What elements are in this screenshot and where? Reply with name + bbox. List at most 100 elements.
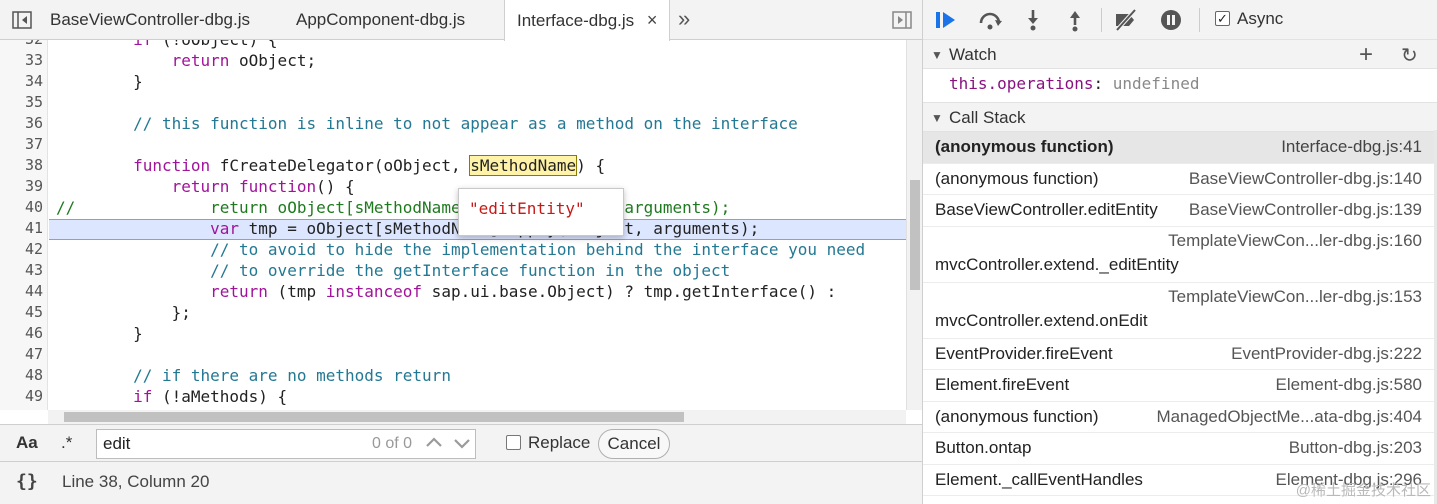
line-number[interactable]: 35	[0, 92, 43, 113]
refresh-icon[interactable]: ↻	[1401, 43, 1418, 68]
line-number[interactable]: 38	[0, 155, 43, 176]
deactivate-breakpoints-icon[interactable]	[1113, 8, 1139, 32]
replace-checkbox[interactable]	[506, 435, 521, 450]
tab-appcomponent[interactable]: AppComponent-dbg.js	[284, 0, 477, 40]
pretty-print-button[interactable]: {}	[16, 471, 38, 492]
search-input[interactable]: edit	[96, 429, 476, 459]
step-out-icon[interactable]	[1062, 8, 1088, 32]
resume-icon[interactable]	[933, 8, 959, 32]
code-text: if (!aMethods) {	[133, 387, 288, 406]
call-frame[interactable]: (anonymous function) ManagedObjectMe...at…	[923, 402, 1434, 433]
tab-label: BaseViewController-dbg.js	[50, 10, 251, 29]
chevron-up-icon[interactable]	[424, 433, 444, 453]
frame-location[interactable]: BaseViewController-dbg.js:139	[1189, 200, 1422, 220]
code-line[interactable]: 49 if (!aMethods) {	[0, 386, 906, 407]
code-line[interactable]: 46 }	[0, 323, 906, 344]
call-stack-section-header[interactable]: ▼ Call Stack	[923, 102, 1437, 132]
code-line[interactable]: 39 return function() {	[0, 176, 906, 197]
call-frame[interactable]: EventProvider.fireEvent EventProvider-dbg…	[923, 339, 1434, 370]
code-line[interactable]: 48 // if there are no methods return	[0, 365, 906, 386]
line-number[interactable]: 39	[0, 176, 43, 197]
step-over-icon[interactable]	[977, 8, 1003, 32]
code-line[interactable]: 36 // this function is inline to not app…	[0, 113, 906, 134]
add-watch-icon[interactable]: +	[1359, 41, 1373, 69]
call-frame[interactable]: Button.ontap Button-dbg.js:203	[923, 433, 1434, 465]
frame-location[interactable]: EventProvider-dbg.js:222	[1231, 344, 1422, 364]
line-number[interactable]: 40	[0, 197, 43, 218]
code-line[interactable]: 43 // to override the getInterface funct…	[0, 260, 906, 281]
line-number[interactable]: 50	[0, 407, 43, 410]
line-number[interactable]: 36	[0, 113, 43, 134]
frame-location[interactable]: Interface-dbg.js:41	[1281, 137, 1422, 157]
line-number[interactable]: 41	[0, 218, 43, 239]
status-bar: {} Line 38, Column 20	[0, 462, 922, 504]
code-text: // if there are no methods return	[56, 365, 451, 386]
line-number[interactable]: 42	[0, 239, 43, 260]
scrollbar-thumb[interactable]	[64, 412, 684, 422]
code-line[interactable]: 41 var tmp = oObject[sMethodName].apply(…	[0, 218, 906, 239]
call-frame[interactable]: mvcController.extend.onEdit TemplateViewC…	[923, 283, 1434, 339]
tab-baseviewcontroller[interactable]: BaseViewController-dbg.js	[38, 0, 262, 40]
debugger-toolbar: ✓ Async	[923, 0, 1437, 40]
replace-label: Replace	[528, 433, 591, 452]
toggle-navigator-icon[interactable]	[12, 10, 32, 30]
code-line[interactable]: 40 // return oObject[sMethodName].apply(o…	[0, 197, 906, 218]
code-line[interactable]: 38 function fCreateDelegator(oObject, sM…	[0, 155, 906, 176]
async-checkbox[interactable]: ✓	[1215, 11, 1230, 26]
code-line[interactable]: 47	[0, 344, 906, 365]
frame-location[interactable]: Button-dbg.js:203	[1289, 438, 1422, 458]
code-text: }	[56, 324, 143, 343]
code-line[interactable]: 44 return (tmp instanceof sap.ui.base.Ob…	[0, 281, 906, 302]
frame-location[interactable]: BaseViewController-dbg.js:140	[1189, 169, 1422, 189]
call-frame[interactable]: mvcController.extend._editEntity Template…	[923, 227, 1434, 283]
line-number[interactable]: 33	[0, 50, 43, 71]
call-frame[interactable]: BaseViewController.editEntity BaseViewCon…	[923, 195, 1434, 227]
more-tabs-icon[interactable]: »	[678, 0, 690, 40]
frame-location[interactable]: TemplateViewCon...ler-dbg.js:153	[1168, 287, 1422, 307]
code-line[interactable]: 42 // to avoid to hide the implementatio…	[0, 239, 906, 260]
pause-on-exceptions-icon[interactable]	[1158, 8, 1184, 32]
call-frame[interactable]: (anonymous function) BaseViewController-d…	[923, 164, 1434, 195]
line-number[interactable]: 34	[0, 71, 43, 92]
tab-interface[interactable]: Interface-dbg.js ×	[504, 0, 671, 41]
frame-location[interactable]: TemplateViewCon...ler-dbg.js:160	[1168, 231, 1422, 251]
code-line[interactable]: 35	[0, 92, 906, 113]
match-count: 0 of 0	[372, 435, 413, 452]
close-icon[interactable]: ×	[647, 10, 658, 30]
line-number[interactable]: 49	[0, 386, 43, 407]
line-number[interactable]: 37	[0, 134, 43, 155]
scrollbar-thumb[interactable]	[910, 180, 920, 290]
line-number[interactable]: 46	[0, 323, 43, 344]
code-text: }	[56, 72, 143, 91]
line-number[interactable]: 32	[0, 40, 43, 50]
debugger-sidebar: ✓ Async ▼ Watch + ↻ this.operations: und…	[922, 0, 1437, 504]
code-line[interactable]: 32 if (!oObject) {	[0, 40, 906, 50]
step-into-icon[interactable]	[1020, 8, 1046, 32]
chevron-down-icon[interactable]	[452, 433, 472, 453]
code-comment: // return oObject[sMethodName].apply(oOb…	[56, 198, 731, 217]
line-number[interactable]: 48	[0, 365, 43, 386]
vertical-scrollbar[interactable]	[906, 40, 922, 410]
line-number[interactable]: 45	[0, 302, 43, 323]
tab-label: AppComponent-dbg.js	[296, 10, 466, 29]
toolbar-separator	[1199, 8, 1200, 32]
frame-location[interactable]: Element-dbg.js:580	[1276, 375, 1422, 395]
frame-function: mvcController.extend.onEdit	[935, 310, 1148, 330]
line-number[interactable]: 47	[0, 344, 43, 365]
line-number[interactable]: 43	[0, 260, 43, 281]
call-frame[interactable]: Element.fireEvent Element-dbg.js:580	[923, 370, 1434, 402]
code-line[interactable]: 37	[0, 134, 906, 155]
cancel-button[interactable]: Cancel	[598, 429, 670, 459]
horizontal-scrollbar[interactable]	[48, 410, 906, 424]
regex-button[interactable]: .*	[61, 433, 72, 453]
watch-expression[interactable]: this.operations: undefined	[923, 70, 1437, 102]
code-line[interactable]: 34 }	[0, 71, 906, 92]
call-frame[interactable]: (anonymous function) Interface-dbg.js:41	[923, 132, 1434, 164]
line-number[interactable]: 44	[0, 281, 43, 302]
code-line[interactable]: 45 };	[0, 302, 906, 323]
code-line[interactable]: 33 return oObject;	[0, 50, 906, 71]
watch-section-header[interactable]: ▼ Watch + ↻	[923, 39, 1437, 69]
frame-location[interactable]: ManagedObjectMe...ata-dbg.js:404	[1156, 407, 1422, 427]
toggle-debugger-icon[interactable]	[892, 10, 912, 30]
match-case-button[interactable]: Aa	[16, 433, 38, 453]
